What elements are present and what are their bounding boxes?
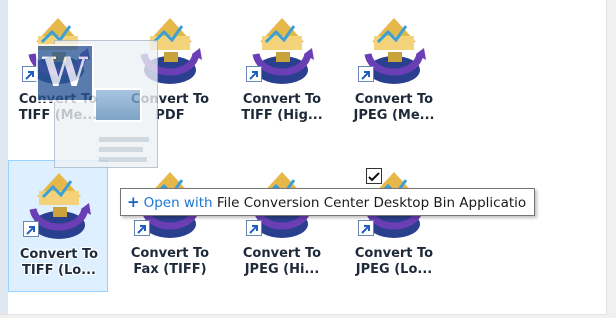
desktop-bin-pane: Convert ToTIFF (Me... Convert ToPDF xyxy=(0,0,607,315)
shortcut-arrow-icon xyxy=(134,220,150,236)
icon-convert-tiff-high[interactable]: Convert To TIFF (Hig... xyxy=(232,6,332,138)
icon-convert-jpeg-medium[interactable]: Convert To JPEG (Me... xyxy=(344,6,444,138)
icon-label: Convert To JPEG (Hi... xyxy=(242,246,322,277)
shortcut-arrow-icon xyxy=(246,66,262,82)
shortcut-arrow-icon xyxy=(246,220,262,236)
tooltip-target: File Conversion Center Desktop Bin Appli… xyxy=(216,195,527,211)
word-document-icon: W xyxy=(36,44,94,102)
plus-icon: + xyxy=(127,193,140,211)
icon-convert-fax-tiff[interactable]: Convert To Fax (TIFF) xyxy=(120,160,220,292)
icon-label: Convert To JPEG (Lo... xyxy=(354,246,434,277)
icon-convert-tiff-low[interactable]: Convert To TIFF (Lo... xyxy=(8,160,108,292)
icon-label: Convert To Fax (TIFF) xyxy=(130,246,210,277)
icon-label: Convert To TIFF (Hig... xyxy=(241,92,323,123)
icon-label: Convert To TIFF (Lo... xyxy=(19,247,99,278)
shortcut-arrow-icon xyxy=(358,220,374,236)
icon-convert-jpeg-high[interactable]: Convert To JPEG (Hi... xyxy=(232,160,332,292)
conversion-bin-icon xyxy=(358,12,430,88)
conversion-bin-icon xyxy=(246,12,318,88)
shortcut-arrow-icon xyxy=(23,221,39,237)
shortcut-arrow-icon xyxy=(358,66,374,82)
tooltip-verb: Open with xyxy=(143,195,213,211)
icon-convert-jpeg-low[interactable]: Convert To JPEG (Lo... xyxy=(344,160,444,292)
dragged-file-ghost[interactable]: W xyxy=(36,30,186,170)
checkbox-checked-icon[interactable] xyxy=(366,168,382,184)
drop-action-tooltip: + Open with File Conversion Center Deskto… xyxy=(120,188,536,216)
conversion-bin-icon xyxy=(23,167,95,243)
icon-label: Convert To JPEG (Me... xyxy=(353,92,435,123)
image-thumbnail-icon xyxy=(94,88,142,122)
